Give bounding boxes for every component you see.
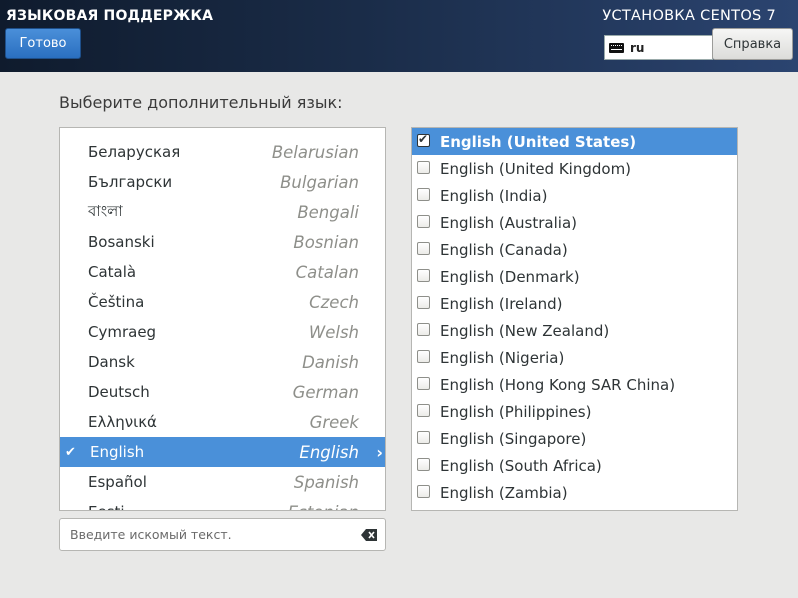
language-native-name: বাংলা [88,201,123,220]
language-native-name: Bosanski [88,233,155,251]
done-button[interactable]: Готово [5,28,81,59]
locale-row[interactable]: English (South Africa) [412,452,737,479]
locale-label: English (Philippines) [440,402,592,421]
language-english-name: Bosnian [293,232,359,252]
locale-row[interactable]: English (Singapore) [412,425,737,452]
language-row[interactable]: ✔ English English › [60,437,385,467]
help-button[interactable]: Справка [712,28,793,60]
locale-row[interactable]: English (United States) [412,128,737,155]
language-native-name: Беларуская [88,143,181,161]
keyboard-layout-indicator[interactable]: ru [604,35,713,60]
language-row[interactable]: Cymraeg Welsh [60,317,385,347]
language-native-name: English [90,443,145,461]
language-list[interactable]: Беларуская Belarusian Български Bulgarian বা… [59,127,386,511]
locale-row[interactable]: English (Zambia) [412,479,737,506]
language-english-name: Czech [309,292,359,312]
backspace-icon[interactable] [361,529,377,541]
locale-checkbox[interactable] [417,269,430,282]
language-row[interactable]: Deutsch German [60,377,385,407]
locale-label: English (Ireland) [440,294,563,313]
locale-label: English (United Kingdom) [440,159,632,178]
locale-label: English (Zambia) [440,483,568,502]
language-native-name: Deutsch [88,383,150,401]
language-row[interactable]: Български Bulgarian [60,167,385,197]
language-english-name: Catalan [295,262,359,282]
chevron-right-icon: › [376,442,383,462]
checkmark-icon: ✔ [65,444,76,460]
locale-label: English (Hong Kong SAR China) [440,375,676,394]
language-row[interactable]: Čeština Czech [60,287,385,317]
locale-label: English (India) [440,186,548,205]
locale-checkbox[interactable] [417,377,430,390]
locale-row[interactable]: English (New Zealand) [412,317,737,344]
language-row[interactable]: Dansk Danish [60,347,385,377]
locale-checkbox[interactable] [417,458,430,471]
language-english-name: Danish [302,352,359,372]
language-english-name: German [292,382,359,402]
locale-row[interactable]: English (Nigeria) [412,344,737,371]
language-english-name: Bulgarian [280,172,359,192]
locale-checkbox[interactable] [417,188,430,201]
locale-label: English (Nigeria) [440,348,565,367]
locale-label: English (Australia) [440,213,577,232]
language-native-name: Español [88,473,147,491]
locale-checkbox[interactable] [417,485,430,498]
language-native-name: Български [88,173,173,191]
product-title: УСТАНОВКА CENTOS 7 [602,8,776,24]
locale-label: English (New Zealand) [440,321,610,340]
locale-row[interactable]: English (United Kingdom) [412,155,737,182]
language-row[interactable]: Español Spanish [60,467,385,497]
keyboard-icon [609,42,624,53]
page-title: ЯЗЫКОВАЯ ПОДДЕРЖКА [6,8,214,24]
keyboard-layout-label: ru [630,40,645,55]
language-english-name: Bengali [297,202,359,222]
locale-row[interactable]: English (Ireland) [412,290,737,317]
language-english-name: Greek [309,412,359,432]
language-row[interactable]: Беларуская Belarusian [60,137,385,167]
locale-row[interactable]: English (Canada) [412,236,737,263]
language-english-name: English [299,442,359,462]
locale-row[interactable]: English (Philippines) [412,398,737,425]
locale-checkbox[interactable] [417,404,430,417]
top-header-bar: ЯЗЫКОВАЯ ПОДДЕРЖКА Готово УСТАНОВКА CENT… [0,0,798,72]
language-native-name: Eesti [88,503,125,510]
locale-label: English (United States) [440,132,637,151]
locale-checkbox[interactable] [417,296,430,309]
language-row[interactable]: Català Catalan [60,257,385,287]
language-native-name: Cymraeg [88,323,157,341]
locale-checkbox[interactable] [417,350,430,363]
locale-row[interactable]: English (Australia) [412,209,737,236]
language-english-name: Welsh [308,322,359,342]
locale-label: English (South Africa) [440,456,602,475]
locale-checkbox[interactable] [417,242,430,255]
select-language-prompt: Выберите дополнительный язык: [59,93,343,112]
language-row[interactable]: বাংলা Bengali [60,197,385,227]
locale-label: English (Canada) [440,240,568,259]
locale-list[interactable]: English (United States) English (United K… [411,127,738,511]
language-english-name: Estonian [288,503,359,511]
search-field[interactable] [59,518,386,551]
language-row[interactable]: Eesti Estonian [60,497,385,511]
language-row[interactable]: Bosanski Bosnian [60,227,385,257]
language-native-name: Català [88,263,137,281]
locale-label: English (Singapore) [440,429,587,448]
locale-checkbox[interactable] [417,132,430,147]
locale-row[interactable]: English (India) [412,182,737,209]
locale-row[interactable]: English (Hong Kong SAR China) [412,371,737,398]
locale-checkbox[interactable] [417,161,430,174]
language-english-name: Belarusian [271,142,359,162]
language-native-name: Ελληνικά [88,413,157,431]
search-input[interactable] [68,526,352,543]
locale-checkbox[interactable] [417,215,430,228]
locale-checkbox[interactable] [417,323,430,336]
language-row[interactable]: Ελληνικά Greek [60,407,385,437]
language-native-name: Dansk [88,353,135,371]
locale-checkbox[interactable] [417,431,430,444]
locale-row[interactable]: English (Denmark) [412,263,737,290]
language-english-name: Spanish [293,472,359,492]
language-native-name: Čeština [88,293,145,311]
locale-label: English (Denmark) [440,267,580,286]
